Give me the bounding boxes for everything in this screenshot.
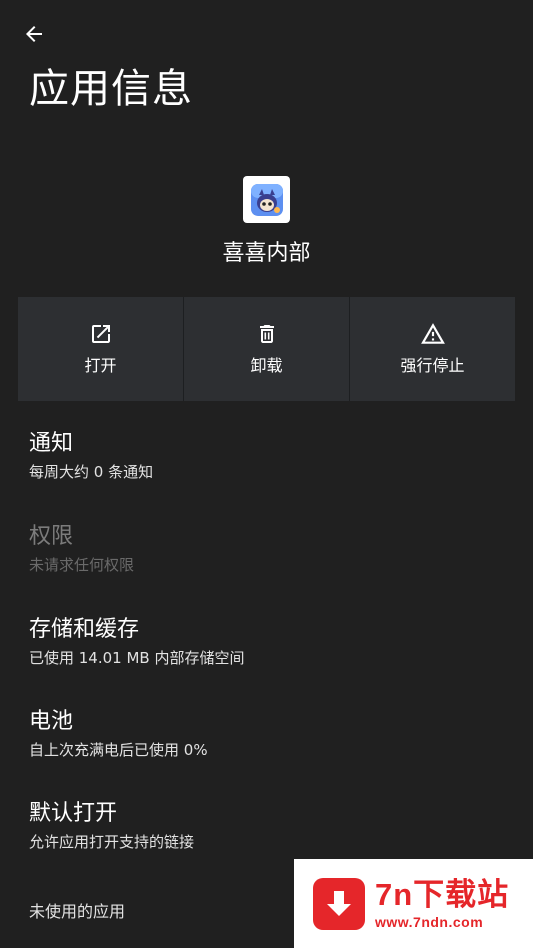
open-external-icon <box>88 321 114 347</box>
force-stop-button[interactable]: 强行停止 <box>350 297 515 401</box>
settings-item-subtitle: 每周大约 0 条通知 <box>29 463 154 481</box>
open-label: 打开 <box>84 356 117 375</box>
settings-item-storage[interactable]: 存储和缓存 已使用 14.01 MB 内部存储空间 <box>0 611 533 681</box>
uninstall-label: 卸载 <box>250 356 283 375</box>
arrow-left-icon <box>26 26 42 42</box>
trash-icon <box>254 321 280 347</box>
warning-icon <box>420 321 446 347</box>
settings-item-open-by-default[interactable]: 默认打开 允许应用打开支持的链接 <box>0 795 533 865</box>
settings-item-title: 未使用的应用 <box>29 902 126 921</box>
back-button[interactable] <box>14 14 54 54</box>
settings-item-notifications[interactable]: 通知 每周大约 0 条通知 <box>0 425 533 495</box>
page-title: 应用信息 <box>29 66 193 112</box>
app-actions-bar: 打开 卸载 强行停止 <box>18 297 515 401</box>
settings-item-battery[interactable]: 电池 自上次充满电后已使用 0% <box>0 703 533 773</box>
open-button[interactable]: 打开 <box>18 297 184 401</box>
settings-item-title: 电池 <box>29 709 74 734</box>
uninstall-button[interactable]: 卸载 <box>184 297 350 401</box>
settings-item-subtitle: 已使用 14.01 MB 内部存储空间 <box>29 649 245 667</box>
settings-item-subtitle: 自上次充满电后已使用 0% <box>29 741 208 759</box>
watermark: 7n下载站 www.7ndn.com <box>294 859 533 948</box>
download-arrow-icon <box>313 877 365 930</box>
settings-item-permissions: 权限 未请求任何权限 <box>0 518 533 588</box>
app-icon <box>243 176 290 223</box>
settings-item-title: 权限 <box>29 524 74 549</box>
settings-item-title: 默认打开 <box>29 801 118 826</box>
settings-item-title: 存储和缓存 <box>29 617 140 642</box>
settings-item-subtitle: 未请求任何权限 <box>29 556 135 574</box>
watermark-brand: 7n下载站 <box>375 876 510 912</box>
settings-item-title: 通知 <box>29 431 74 456</box>
settings-item-subtitle: 允许应用打开支持的链接 <box>29 833 195 851</box>
force-stop-label: 强行停止 <box>400 356 465 375</box>
app-name: 喜喜内部 <box>222 241 311 266</box>
watermark-url: www.7ndn.com <box>375 913 484 930</box>
